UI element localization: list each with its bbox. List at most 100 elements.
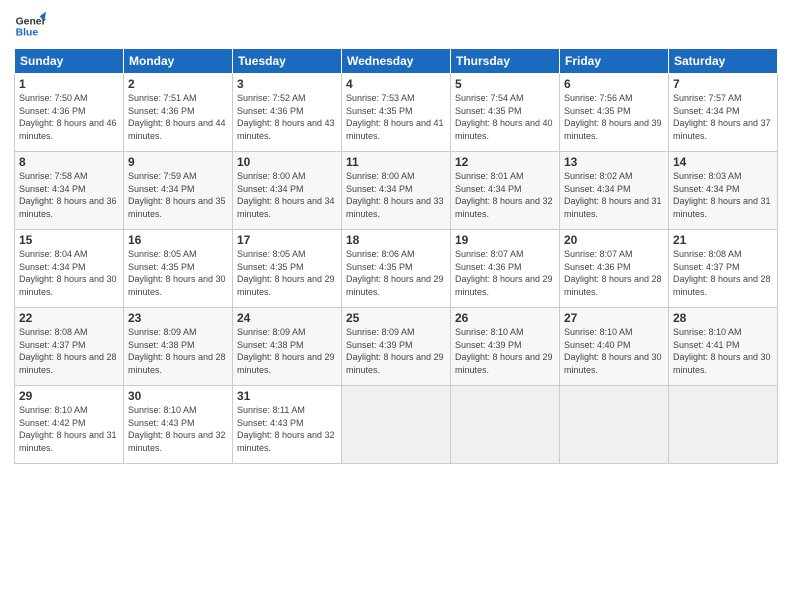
calendar-cell: 25Sunrise: 8:09 AMSunset: 4:39 PMDayligh… (342, 308, 451, 386)
day-info: Sunrise: 7:53 AMSunset: 4:35 PMDaylight:… (346, 92, 446, 142)
day-info: Sunrise: 8:09 AMSunset: 4:39 PMDaylight:… (346, 326, 446, 376)
day-number: 12 (455, 155, 555, 169)
day-info: Sunrise: 7:52 AMSunset: 4:36 PMDaylight:… (237, 92, 337, 142)
day-info: Sunrise: 8:00 AMSunset: 4:34 PMDaylight:… (237, 170, 337, 220)
day-number: 10 (237, 155, 337, 169)
day-info: Sunrise: 8:08 AMSunset: 4:37 PMDaylight:… (673, 248, 773, 298)
calendar-table: SundayMondayTuesdayWednesdayThursdayFrid… (14, 48, 778, 464)
logo-icon: General Blue (14, 10, 46, 42)
calendar-cell: 17Sunrise: 8:05 AMSunset: 4:35 PMDayligh… (233, 230, 342, 308)
day-number: 4 (346, 77, 446, 91)
column-header-wednesday: Wednesday (342, 49, 451, 74)
calendar-cell: 24Sunrise: 8:09 AMSunset: 4:38 PMDayligh… (233, 308, 342, 386)
calendar-cell: 5Sunrise: 7:54 AMSunset: 4:35 PMDaylight… (451, 74, 560, 152)
calendar-cell: 27Sunrise: 8:10 AMSunset: 4:40 PMDayligh… (560, 308, 669, 386)
calendar-cell: 30Sunrise: 8:10 AMSunset: 4:43 PMDayligh… (124, 386, 233, 464)
calendar-container: General Blue SundayMondayTuesdayWednesda… (0, 0, 792, 612)
day-number: 28 (673, 311, 773, 325)
day-info: Sunrise: 8:03 AMSunset: 4:34 PMDaylight:… (673, 170, 773, 220)
day-number: 21 (673, 233, 773, 247)
day-info: Sunrise: 8:08 AMSunset: 4:37 PMDaylight:… (19, 326, 119, 376)
calendar-cell: 2Sunrise: 7:51 AMSunset: 4:36 PMDaylight… (124, 74, 233, 152)
column-header-sunday: Sunday (15, 49, 124, 74)
day-number: 9 (128, 155, 228, 169)
column-header-saturday: Saturday (669, 49, 778, 74)
svg-text:Blue: Blue (16, 28, 39, 39)
day-number: 16 (128, 233, 228, 247)
day-number: 24 (237, 311, 337, 325)
day-info: Sunrise: 8:10 AMSunset: 4:39 PMDaylight:… (455, 326, 555, 376)
column-header-thursday: Thursday (451, 49, 560, 74)
day-info: Sunrise: 8:10 AMSunset: 4:41 PMDaylight:… (673, 326, 773, 376)
calendar-cell: 10Sunrise: 8:00 AMSunset: 4:34 PMDayligh… (233, 152, 342, 230)
calendar-cell: 6Sunrise: 7:56 AMSunset: 4:35 PMDaylight… (560, 74, 669, 152)
calendar-cell: 15Sunrise: 8:04 AMSunset: 4:34 PMDayligh… (15, 230, 124, 308)
day-number: 13 (564, 155, 664, 169)
logo: General Blue (14, 10, 46, 42)
day-info: Sunrise: 7:56 AMSunset: 4:35 PMDaylight:… (564, 92, 664, 142)
calendar-cell (669, 386, 778, 464)
calendar-cell: 31Sunrise: 8:11 AMSunset: 4:43 PMDayligh… (233, 386, 342, 464)
day-info: Sunrise: 8:01 AMSunset: 4:34 PMDaylight:… (455, 170, 555, 220)
calendar-cell: 20Sunrise: 8:07 AMSunset: 4:36 PMDayligh… (560, 230, 669, 308)
day-number: 25 (346, 311, 446, 325)
calendar-cell: 18Sunrise: 8:06 AMSunset: 4:35 PMDayligh… (342, 230, 451, 308)
day-info: Sunrise: 8:05 AMSunset: 4:35 PMDaylight:… (128, 248, 228, 298)
calendar-cell: 19Sunrise: 8:07 AMSunset: 4:36 PMDayligh… (451, 230, 560, 308)
day-info: Sunrise: 8:10 AMSunset: 4:43 PMDaylight:… (128, 404, 228, 454)
calendar-cell: 28Sunrise: 8:10 AMSunset: 4:41 PMDayligh… (669, 308, 778, 386)
day-info: Sunrise: 8:07 AMSunset: 4:36 PMDaylight:… (455, 248, 555, 298)
day-info: Sunrise: 7:58 AMSunset: 4:34 PMDaylight:… (19, 170, 119, 220)
day-info: Sunrise: 8:11 AMSunset: 4:43 PMDaylight:… (237, 404, 337, 454)
day-info: Sunrise: 8:06 AMSunset: 4:35 PMDaylight:… (346, 248, 446, 298)
column-header-tuesday: Tuesday (233, 49, 342, 74)
day-number: 15 (19, 233, 119, 247)
calendar-cell: 1Sunrise: 7:50 AMSunset: 4:36 PMDaylight… (15, 74, 124, 152)
calendar-cell: 3Sunrise: 7:52 AMSunset: 4:36 PMDaylight… (233, 74, 342, 152)
day-info: Sunrise: 8:07 AMSunset: 4:36 PMDaylight:… (564, 248, 664, 298)
calendar-cell: 21Sunrise: 8:08 AMSunset: 4:37 PMDayligh… (669, 230, 778, 308)
day-number: 2 (128, 77, 228, 91)
day-info: Sunrise: 7:59 AMSunset: 4:34 PMDaylight:… (128, 170, 228, 220)
day-info: Sunrise: 7:57 AMSunset: 4:34 PMDaylight:… (673, 92, 773, 142)
calendar-cell: 7Sunrise: 7:57 AMSunset: 4:34 PMDaylight… (669, 74, 778, 152)
day-info: Sunrise: 8:04 AMSunset: 4:34 PMDaylight:… (19, 248, 119, 298)
day-info: Sunrise: 8:10 AMSunset: 4:40 PMDaylight:… (564, 326, 664, 376)
day-number: 22 (19, 311, 119, 325)
day-number: 1 (19, 77, 119, 91)
day-number: 14 (673, 155, 773, 169)
day-number: 3 (237, 77, 337, 91)
calendar-cell: 8Sunrise: 7:58 AMSunset: 4:34 PMDaylight… (15, 152, 124, 230)
day-info: Sunrise: 8:09 AMSunset: 4:38 PMDaylight:… (237, 326, 337, 376)
column-header-monday: Monday (124, 49, 233, 74)
calendar-cell: 14Sunrise: 8:03 AMSunset: 4:34 PMDayligh… (669, 152, 778, 230)
day-number: 31 (237, 389, 337, 403)
calendar-cell: 12Sunrise: 8:01 AMSunset: 4:34 PMDayligh… (451, 152, 560, 230)
day-number: 19 (455, 233, 555, 247)
column-header-friday: Friday (560, 49, 669, 74)
day-number: 11 (346, 155, 446, 169)
day-info: Sunrise: 8:05 AMSunset: 4:35 PMDaylight:… (237, 248, 337, 298)
calendar-cell: 4Sunrise: 7:53 AMSunset: 4:35 PMDaylight… (342, 74, 451, 152)
day-number: 8 (19, 155, 119, 169)
calendar-cell: 22Sunrise: 8:08 AMSunset: 4:37 PMDayligh… (15, 308, 124, 386)
calendar-cell: 16Sunrise: 8:05 AMSunset: 4:35 PMDayligh… (124, 230, 233, 308)
day-info: Sunrise: 8:09 AMSunset: 4:38 PMDaylight:… (128, 326, 228, 376)
calendar-cell: 29Sunrise: 8:10 AMSunset: 4:42 PMDayligh… (15, 386, 124, 464)
header: General Blue (14, 10, 778, 42)
day-number: 30 (128, 389, 228, 403)
calendar-cell: 13Sunrise: 8:02 AMSunset: 4:34 PMDayligh… (560, 152, 669, 230)
calendar-cell (342, 386, 451, 464)
calendar-cell: 23Sunrise: 8:09 AMSunset: 4:38 PMDayligh… (124, 308, 233, 386)
day-number: 29 (19, 389, 119, 403)
day-info: Sunrise: 7:54 AMSunset: 4:35 PMDaylight:… (455, 92, 555, 142)
calendar-cell: 11Sunrise: 8:00 AMSunset: 4:34 PMDayligh… (342, 152, 451, 230)
day-number: 23 (128, 311, 228, 325)
day-info: Sunrise: 8:02 AMSunset: 4:34 PMDaylight:… (564, 170, 664, 220)
day-info: Sunrise: 8:10 AMSunset: 4:42 PMDaylight:… (19, 404, 119, 454)
day-number: 18 (346, 233, 446, 247)
day-info: Sunrise: 7:50 AMSunset: 4:36 PMDaylight:… (19, 92, 119, 142)
day-number: 7 (673, 77, 773, 91)
calendar-cell (451, 386, 560, 464)
calendar-cell: 26Sunrise: 8:10 AMSunset: 4:39 PMDayligh… (451, 308, 560, 386)
